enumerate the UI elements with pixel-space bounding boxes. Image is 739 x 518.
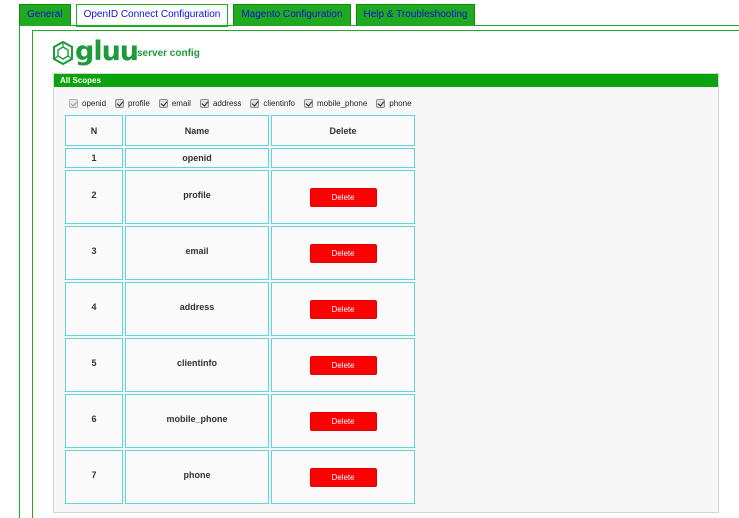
table-row-number: 5 <box>65 338 123 392</box>
scope-label: clientinfo <box>263 99 295 108</box>
table-row-delete-cell: Delete <box>271 450 415 504</box>
column-header-name: Name <box>125 115 269 146</box>
scope-label: email <box>171 99 191 108</box>
scope-label: mobile_phone <box>317 99 368 108</box>
row-number-text: 5 <box>91 358 97 368</box>
scope-profile[interactable]: profile <box>115 99 150 108</box>
table-row-name: email <box>125 226 269 280</box>
page-subtitle: server config <box>137 48 200 59</box>
row-number-text: 2 <box>91 190 97 200</box>
tab-openid-connect-configuration[interactable]: OpenID Connect Configuration <box>75 4 229 27</box>
panel-border-left <box>19 25 20 518</box>
delete-button-profile[interactable]: Delete <box>309 187 377 207</box>
column-header-delete: Delete <box>271 115 415 146</box>
tab-divider <box>19 25 739 26</box>
table-row-delete-cell: Delete <box>271 226 415 280</box>
table-row-name: clientinfo <box>125 338 269 392</box>
table-row-delete-cell: Delete <box>271 282 415 336</box>
delete-button-mobile-phone[interactable]: Delete <box>309 411 377 431</box>
row-name-text: profile <box>183 190 211 200</box>
delete-button-phone[interactable]: Delete <box>309 467 377 487</box>
checkbox-profile[interactable] <box>115 99 125 108</box>
inner-border-top <box>32 30 739 31</box>
table-row-delete-cell: Delete <box>271 394 415 448</box>
scope-label: openid <box>82 99 107 108</box>
scope-openid: openid <box>69 99 106 108</box>
checkbox-email[interactable] <box>158 99 168 108</box>
scope-clientinfo[interactable]: clientinfo <box>250 99 295 108</box>
tab-help-troubleshooting[interactable]: Help & Troubleshooting <box>355 4 476 25</box>
inner-border-left <box>32 30 33 518</box>
scope-label: phone <box>389 99 412 108</box>
scope-address[interactable]: address <box>199 99 242 108</box>
table-row-delete-cell: Delete <box>271 338 415 392</box>
delete-button-email[interactable]: Delete <box>309 243 377 263</box>
tab-general[interactable]: General <box>19 4 71 25</box>
column-header-n: N <box>65 115 123 146</box>
scope-phone[interactable]: phone <box>376 99 412 108</box>
table-row-name: phone <box>125 450 269 504</box>
table-row-number: 4 <box>65 282 123 336</box>
row-name-text: email <box>185 246 209 256</box>
checkbox-clientinfo[interactable] <box>250 99 260 108</box>
scope-email[interactable]: email <box>158 99 191 108</box>
checkbox-phone[interactable] <box>376 99 386 108</box>
scopes-panel: All Scopes openid profile email address … <box>53 73 719 513</box>
row-number-text: 3 <box>91 246 97 256</box>
delete-button-address[interactable]: Delete <box>309 299 377 319</box>
scope-label: address <box>212 99 242 108</box>
table-row-name: address <box>125 282 269 336</box>
table-row-delete-cell <box>271 148 415 168</box>
tab-magento-configuration[interactable]: Magento Configuration <box>233 4 351 25</box>
table-row-name: mobile_phone <box>125 394 269 448</box>
row-name-text: address <box>179 302 215 312</box>
table-row-delete-cell: Delete <box>271 170 415 224</box>
delete-button-clientinfo[interactable]: Delete <box>309 355 377 375</box>
table-row-name: profile <box>125 170 269 224</box>
row-number-text: 4 <box>91 302 97 312</box>
table-row-number: 3 <box>65 226 123 280</box>
scope-mobile-phone[interactable]: mobile_phone <box>304 99 367 108</box>
row-name-text: clientinfo <box>177 358 217 368</box>
table-row-number: 6 <box>65 394 123 448</box>
tab-bar: General OpenID Connect Configuration Mag… <box>19 4 480 27</box>
row-name-text: mobile_phone <box>166 414 228 424</box>
scope-label: profile <box>128 99 150 108</box>
checkbox-openid <box>69 99 78 108</box>
table-row-number: 7 <box>65 450 123 504</box>
logo-text: gluu <box>75 36 139 67</box>
gluu-emblem-icon <box>53 40 73 65</box>
table-row-name: openid <box>125 148 269 168</box>
gluu-logo: gluu <box>52 36 139 67</box>
scope-checkbox-list: openid profile email address clientinfo … <box>69 99 421 108</box>
table-row-number: 2 <box>65 170 123 224</box>
checkbox-mobile-phone[interactable] <box>304 99 313 108</box>
row-name-text: phone <box>183 470 211 480</box>
section-title: All Scopes <box>54 74 718 87</box>
table-row-number: 1 <box>65 148 123 168</box>
row-number-text: 7 <box>91 470 97 480</box>
row-number-text: 6 <box>91 414 97 424</box>
checkbox-address[interactable] <box>199 99 209 108</box>
